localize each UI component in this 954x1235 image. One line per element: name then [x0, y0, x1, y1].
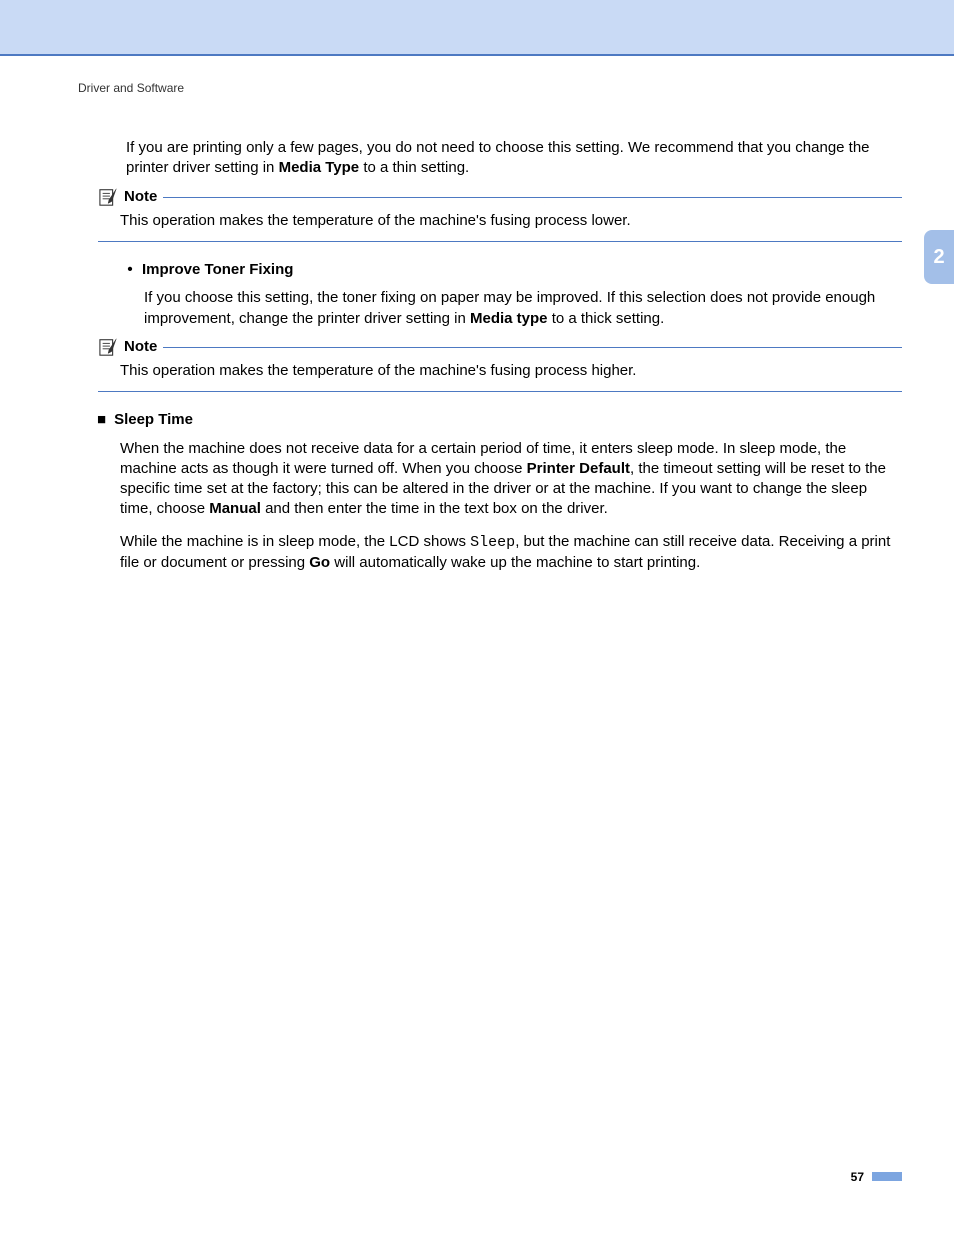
bullet-marker: • [126, 260, 134, 280]
page-footer: 57 [851, 1169, 902, 1185]
breadcrumb-text: Driver and Software [78, 81, 184, 95]
note-icon [98, 187, 120, 207]
note-badge: Note [98, 187, 163, 207]
note-rule [169, 347, 902, 348]
note-header: Note [98, 337, 902, 357]
bullet-body: If you choose this setting, the toner fi… [126, 288, 902, 329]
sleep-paragraph-2: While the machine is in sleep mode, the … [120, 532, 902, 574]
page-number: 57 [851, 1169, 864, 1185]
bullet-head: • Improve Toner Fixing [126, 260, 902, 280]
square-marker: ■ [97, 410, 106, 430]
footer-accent-bar [872, 1172, 902, 1181]
note-badge: Note [98, 337, 163, 357]
page-body: Driver and Software If you are printing … [0, 56, 954, 573]
note-title: Note [124, 337, 157, 357]
section-sleep-time: ■ Sleep Time When the machine does not r… [98, 410, 902, 573]
sleep-paragraph-1: When the machine does not receive data f… [120, 439, 902, 520]
bullet-title: Improve Toner Fixing [142, 260, 293, 280]
lcd-code: Sleep [470, 534, 515, 551]
section-title: Sleep Time [114, 410, 193, 430]
note-body: This operation makes the temperature of … [98, 211, 902, 231]
intro-paragraph: If you are printing only a few pages, yo… [98, 138, 902, 179]
note-body: This operation makes the temperature of … [98, 361, 902, 381]
header-band [0, 0, 954, 54]
breadcrumb: Driver and Software [78, 80, 902, 96]
intro-text: If you are printing only a few pages, yo… [126, 138, 902, 179]
section-body: When the machine does not receive data f… [98, 439, 902, 574]
content: If you are printing only a few pages, yo… [78, 138, 902, 573]
section-heading: ■ Sleep Time [97, 410, 902, 430]
note-rule [169, 197, 902, 198]
note-box-higher-temp: Note This operation makes the temperatur… [98, 347, 902, 393]
note-icon [98, 337, 120, 357]
note-header: Note [98, 187, 902, 207]
note-title: Note [124, 187, 157, 207]
note-box-lower-temp: Note This operation makes the temperatur… [98, 197, 902, 243]
bullet-improve-toner: • Improve Toner Fixing If you choose thi… [98, 260, 902, 329]
